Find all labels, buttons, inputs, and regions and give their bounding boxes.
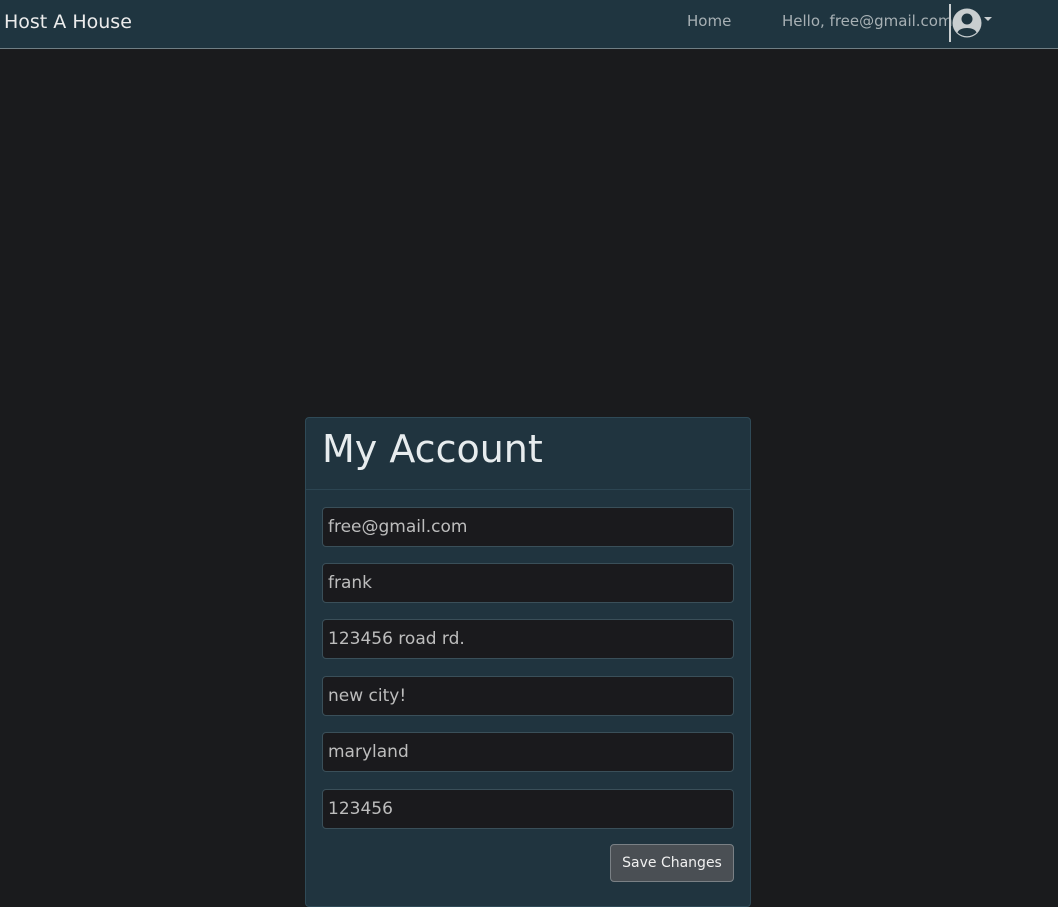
state-field[interactable] <box>322 732 734 772</box>
email-field[interactable] <box>322 507 734 547</box>
card-header: My Account <box>306 418 750 490</box>
name-field[interactable] <box>322 563 734 603</box>
nav-greeting-link[interactable]: Hello, free@gmail.com <box>782 12 953 30</box>
nav-home-link[interactable]: Home <box>687 12 731 30</box>
city-field[interactable] <box>322 676 734 716</box>
user-menu-toggle[interactable] <box>949 4 997 42</box>
user-circle-icon <box>952 8 982 38</box>
user-menu-divider <box>949 4 951 42</box>
zip-field[interactable] <box>322 789 734 829</box>
brand-link[interactable]: Host A House <box>4 11 132 33</box>
chevron-down-icon <box>984 17 992 21</box>
street-address-field[interactable] <box>322 619 734 659</box>
account-card: My Account Save Changes <box>305 417 751 907</box>
top-navbar: Host A House Home Hello, free@gmail.com <box>0 0 1058 49</box>
save-changes-button[interactable]: Save Changes <box>610 844 734 882</box>
page-title: My Account <box>322 427 543 471</box>
